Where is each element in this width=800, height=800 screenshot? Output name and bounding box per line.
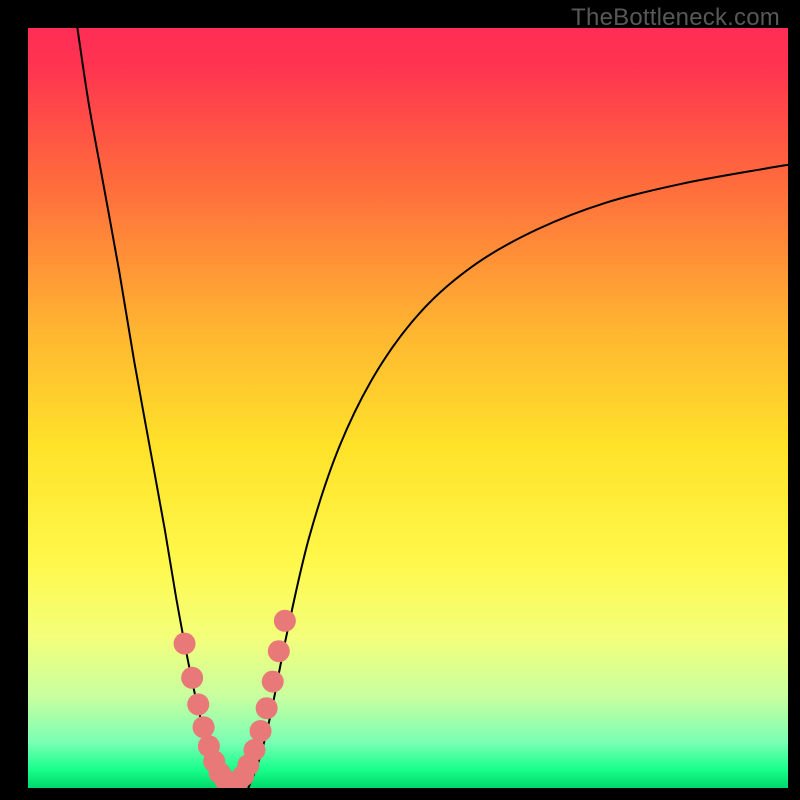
marker-dot <box>243 739 265 761</box>
marker-dot <box>268 640 290 662</box>
marker-dot <box>262 671 284 693</box>
marker-dot <box>256 697 278 719</box>
chart-container: TheBottleneck.com <box>0 0 800 800</box>
marker-dot <box>187 693 209 715</box>
marker-dot <box>193 716 215 738</box>
marker-dot <box>274 610 296 632</box>
marker-dot <box>250 720 272 742</box>
marker-dot <box>181 667 203 689</box>
plot-area <box>28 28 788 788</box>
watermark-label: TheBottleneck.com <box>571 4 780 32</box>
marker-dot <box>174 633 196 655</box>
chart-svg <box>28 28 788 788</box>
